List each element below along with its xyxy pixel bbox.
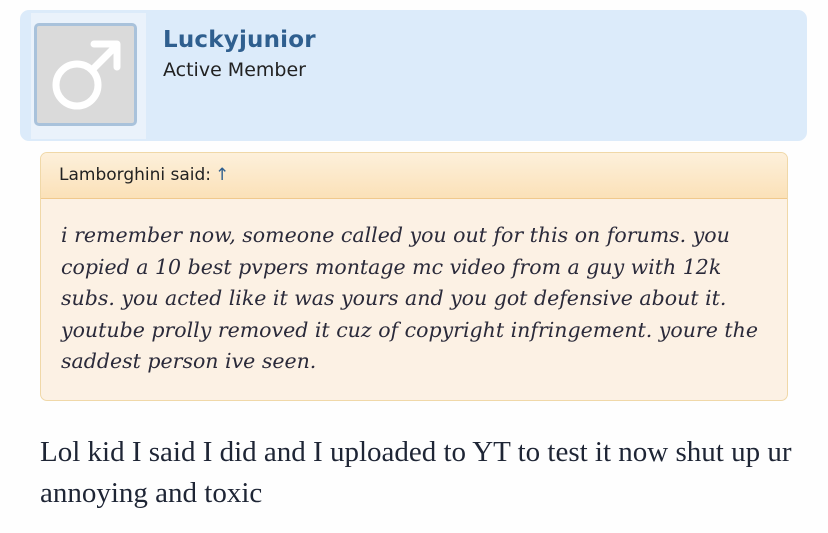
quote-text: i remember now, someone called you out f… bbox=[61, 223, 758, 374]
post-message: Lol kid I said I did and I uploaded to Y… bbox=[40, 436, 792, 509]
username-link[interactable]: Luckyjunior bbox=[163, 27, 316, 53]
avatar[interactable] bbox=[34, 23, 137, 126]
quote-author-label: Lamborghini said: bbox=[59, 165, 212, 185]
quote-jump-arrow-icon[interactable]: ↑ bbox=[215, 165, 229, 185]
user-info-card: Luckyjunior Active Member bbox=[20, 10, 807, 141]
user-title: Active Member bbox=[163, 59, 306, 81]
quote-header: Lamborghini said: ↑ bbox=[41, 153, 787, 199]
male-symbol-icon bbox=[52, 40, 121, 110]
quote-author-link[interactable]: Lamborghini said: ↑ bbox=[59, 165, 229, 185]
avatar-container bbox=[31, 13, 146, 139]
